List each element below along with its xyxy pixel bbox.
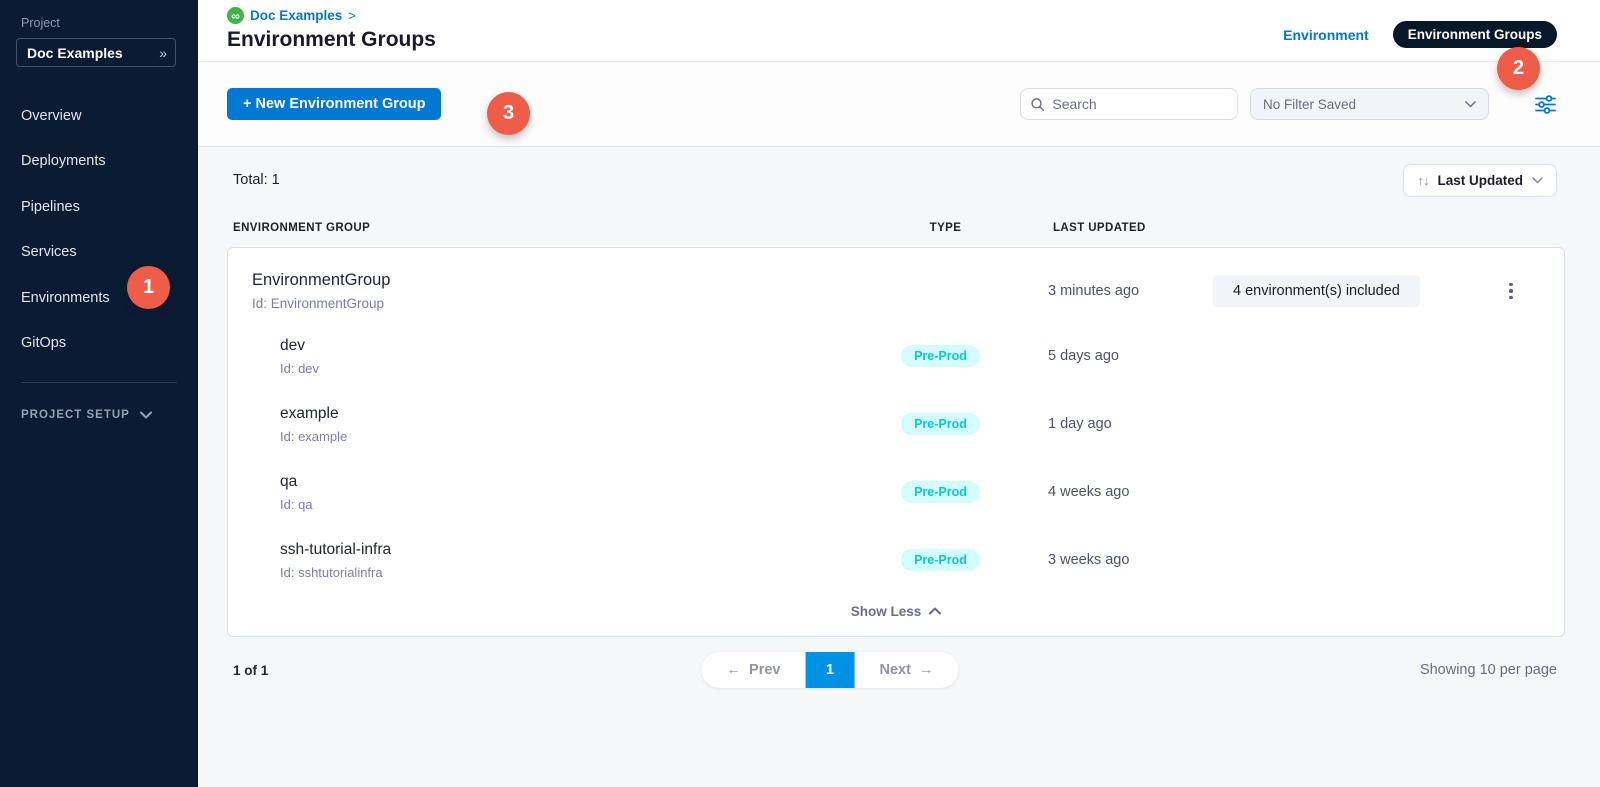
page-header: ∞ Doc Examples > Environment Groups Envi…	[198, 0, 1600, 62]
group-id: Id: EnvironmentGroup	[252, 296, 883, 311]
project-name: Doc Examples	[27, 45, 123, 61]
arrow-left-icon: ←	[727, 662, 742, 678]
environment-last-updated: 1 day ago	[998, 416, 1213, 432]
environment-id: Id: example	[280, 429, 883, 444]
view-toggle: Environment Environment Groups	[1283, 0, 1557, 48]
sidebar-divider	[21, 382, 177, 383]
project-setup-label: PROJECT SETUP	[21, 409, 130, 421]
chevron-down-icon	[1465, 101, 1476, 108]
group-last-updated: 3 minutes ago	[998, 283, 1213, 299]
col-last-updated: LAST UPDATED	[1003, 222, 1218, 234]
arrow-right-icon: →	[919, 662, 934, 678]
sidebar: Project Doc Examples » Overview Deployme…	[0, 0, 198, 787]
annotation-step-1: 1	[127, 266, 170, 309]
sort-value: Last Updated	[1437, 173, 1523, 188]
search-icon	[1031, 97, 1044, 112]
tab-environment[interactable]: Environment	[1283, 27, 1369, 43]
environment-id: Id: sshtutorialinfra	[280, 565, 883, 580]
listing-bar: Total: 1 ↑↓ Last Updated	[198, 147, 1600, 213]
col-type: TYPE	[888, 222, 1003, 234]
sidebar-item-gitops[interactable]: GitOps	[0, 321, 198, 367]
sidebar-item-deployments[interactable]: Deployments	[0, 139, 198, 185]
new-environment-group-button[interactable]: + New Environment Group	[227, 88, 441, 120]
chevron-up-icon	[929, 607, 941, 615]
sort-dropdown[interactable]: ↑↓ Last Updated	[1403, 164, 1557, 197]
saved-filter-value: No Filter Saved	[1263, 97, 1356, 112]
filter-sliders-icon	[1535, 95, 1556, 114]
sidebar-item-overview[interactable]: Overview	[0, 93, 198, 139]
tab-environment-groups[interactable]: Environment Groups	[1393, 21, 1557, 48]
page-title: Environment Groups	[227, 28, 436, 52]
environment-row[interactable]: example Id: example Pre-Prod 1 day ago	[228, 390, 1564, 458]
chevron-down-icon	[1532, 177, 1543, 184]
project-expand-icon[interactable]: »	[159, 45, 165, 61]
type-badge: Pre-Prod	[901, 413, 980, 435]
table-header-row: ENVIRONMENT GROUP TYPE LAST UPDATED	[227, 213, 1565, 243]
type-badge: Pre-Prod	[901, 481, 980, 503]
environment-name: qa	[280, 473, 883, 491]
main-content: ∞ Doc Examples > Environment Groups Envi…	[198, 0, 1600, 787]
environment-row[interactable]: ssh-tutorial-infra Id: sshtutorialinfra …	[228, 526, 1564, 594]
type-badge: Pre-Prod	[901, 345, 980, 367]
filter-panel-button[interactable]	[1534, 93, 1556, 115]
page-info: 1 of 1	[233, 663, 268, 678]
environment-last-updated: 3 weeks ago	[998, 552, 1213, 568]
total-count: Total: 1	[233, 172, 280, 188]
page-number-button[interactable]: 1	[806, 652, 855, 688]
cd-module-icon: ∞	[227, 7, 244, 24]
type-badge: Pre-Prod	[901, 549, 980, 571]
show-less-button[interactable]: Show Less	[228, 594, 1564, 628]
pagination-bar: 1 of 1 ← Prev 1 Next → Showing 10 per pa…	[198, 637, 1600, 703]
sidebar-nav: Overview Deployments Pipelines Services …	[0, 93, 198, 366]
environment-group-card[interactable]: EnvironmentGroup Id: EnvironmentGroup 3 …	[227, 247, 1565, 637]
breadcrumb-separator: >	[348, 8, 356, 23]
breadcrumb[interactable]: ∞ Doc Examples >	[227, 7, 436, 24]
sidebar-item-pipelines[interactable]: Pipelines	[0, 184, 198, 230]
environment-groups-page: Project Doc Examples » Overview Deployme…	[0, 0, 1600, 787]
next-page-button[interactable]: Next →	[855, 652, 959, 688]
environment-name: example	[280, 405, 883, 423]
environment-last-updated: 5 days ago	[998, 348, 1213, 364]
environment-id: Id: dev	[280, 361, 883, 376]
group-row[interactable]: EnvironmentGroup Id: EnvironmentGroup 3 …	[228, 260, 1564, 322]
saved-filter-dropdown[interactable]: No Filter Saved	[1250, 88, 1489, 120]
pager: ← Prev 1 Next →	[702, 652, 959, 688]
environment-name: ssh-tutorial-infra	[280, 541, 883, 559]
environment-id: Id: qa	[280, 497, 883, 512]
prev-page-button[interactable]: ← Prev	[702, 652, 806, 688]
environment-last-updated: 4 weeks ago	[998, 484, 1213, 500]
environment-row[interactable]: dev Id: dev Pre-Prod 5 days ago	[228, 322, 1564, 390]
environment-row[interactable]: qa Id: qa Pre-Prod 4 weeks ago	[228, 458, 1564, 526]
sort-arrows-icon: ↑↓	[1417, 173, 1428, 188]
project-label: Project	[21, 16, 198, 30]
toolbar: + New Environment Group No Filter Saved	[198, 62, 1600, 147]
annotation-step-3: 3	[487, 92, 530, 135]
per-page-info: Showing 10 per page	[1420, 662, 1557, 678]
group-name: EnvironmentGroup	[252, 271, 883, 290]
sidebar-item-services[interactable]: Services	[0, 230, 198, 276]
annotation-step-2: 2	[1497, 47, 1540, 90]
search-box[interactable]	[1020, 88, 1238, 120]
sidebar-project-setup[interactable]: PROJECT SETUP	[21, 409, 198, 421]
environment-name: dev	[280, 337, 883, 355]
search-input[interactable]	[1052, 96, 1227, 112]
kebab-menu-icon[interactable]	[1503, 277, 1519, 305]
project-selector[interactable]: Doc Examples »	[16, 38, 176, 67]
chevron-down-icon	[140, 411, 152, 419]
environments-included-badge: 4 environment(s) included	[1213, 275, 1420, 307]
col-environment-group: ENVIRONMENT GROUP	[233, 222, 888, 234]
breadcrumb-project-link[interactable]: Doc Examples	[250, 8, 342, 23]
